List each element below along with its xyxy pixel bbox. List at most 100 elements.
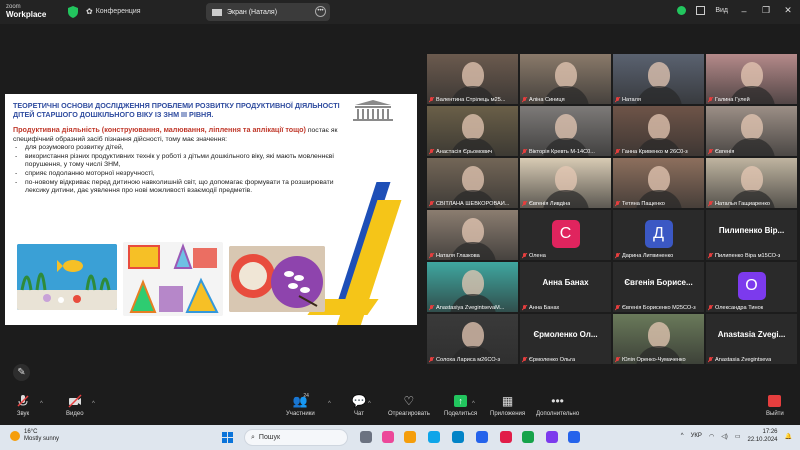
chat-button[interactable]: 💬 Чат: [352, 394, 367, 417]
participant-display-name: Анна Банах: [542, 278, 589, 287]
windows-start-icon[interactable]: [222, 432, 233, 443]
participant-name-label: Єрмоленко Ольга: [522, 357, 575, 363]
participant-tile[interactable]: Вікторія Кревть М-14С0...: [520, 106, 611, 156]
participant-name-label: Тетяна Пащенко: [615, 201, 665, 207]
participant-tile[interactable]: Анна Банах Анна Банах: [520, 262, 611, 312]
participant-name: Євгенія: [715, 149, 735, 155]
participant-tile[interactable]: Солоха Лариса м26СО-з: [427, 314, 518, 364]
participants-options-caret-icon[interactable]: ^: [328, 401, 331, 407]
meeting-controls: Звук ^ Видео ^ 👥 24 Участники ^ 💬 Чат ^ ♡…: [0, 392, 800, 425]
participant-tile[interactable]: Галина Гулей: [706, 54, 797, 104]
task-view-icon[interactable]: [360, 431, 372, 443]
participant-tile[interactable]: С Олена: [520, 210, 611, 260]
participant-tile[interactable]: Наталья Гащиаренко: [706, 158, 797, 208]
chat-options-caret-icon[interactable]: ^: [368, 401, 371, 407]
muted-mic-icon: [615, 357, 620, 363]
participants-icon: 👥 24: [292, 393, 309, 408]
participant-name-label: Анастасія Єрьомович: [429, 149, 492, 155]
video-options-caret-icon[interactable]: ^: [92, 401, 95, 407]
video-off-icon: [68, 394, 82, 408]
participant-tile[interactable]: СВІТЛАНА ШЕВКОРОВАЙ...: [427, 158, 518, 208]
more-label: Дополнительно: [536, 411, 580, 417]
copilot-icon[interactable]: [382, 431, 394, 443]
weather-widget[interactable]: 16°C Mostly sunny: [10, 429, 59, 443]
apps-button[interactable]: ▦ Приложения: [490, 394, 525, 417]
participant-name: Олександра Тинок: [715, 305, 764, 311]
chrome-icon[interactable]: [522, 431, 534, 443]
participant-tile[interactable]: Наталя: [613, 54, 704, 104]
wifi-icon[interactable]: ◠: [709, 433, 714, 440]
participant-tile[interactable]: Аліна Синиця: [520, 54, 611, 104]
react-button[interactable]: ♡ Отреагировать: [388, 394, 430, 417]
screen-icon: [212, 8, 222, 16]
participant-tile[interactable]: Anastasiya ZvegintsevaM...: [427, 262, 518, 312]
leave-button[interactable]: Выйти: [766, 394, 784, 417]
edge-icon[interactable]: [428, 431, 440, 443]
participant-name: СВІТЛАНА ШЕВКОРОВАЙ...: [436, 201, 510, 207]
participant-tile[interactable]: Юлія Оренко-Чумаченко: [613, 314, 704, 364]
video-button[interactable]: Видео: [66, 394, 84, 417]
participants-button[interactable]: 👥 24 Участники: [286, 393, 315, 417]
zoom-taskbar-icon[interactable]: [568, 431, 580, 443]
notifications-icon[interactable]: 🔔: [785, 433, 792, 440]
participant-display-name: Anastasia Zvegi...: [717, 330, 786, 339]
encryption-icon[interactable]: [677, 6, 687, 15]
participant-name-label: Пилипенко Віра м15СО-з: [708, 253, 780, 259]
participant-name: Галина Гулей: [715, 97, 750, 103]
participant-name: Anastasia Zvegintseva: [715, 357, 772, 363]
clock-date: 22.10.2024: [747, 437, 778, 443]
language-indicator[interactable]: УКР: [691, 433, 702, 439]
participant-tile[interactable]: О Олександра Тинок: [706, 262, 797, 312]
shield-icon[interactable]: [68, 6, 78, 18]
app-icon[interactable]: [476, 431, 488, 443]
participant-name-label: Anastasiya ZvegintsevaM...: [429, 305, 504, 311]
file-explorer-icon[interactable]: [404, 431, 416, 443]
participant-name: Anastasiya ZvegintsevaM...: [436, 305, 505, 311]
more-button[interactable]: ••• Дополнительно: [536, 394, 579, 417]
participant-tile[interactable]: Д Дарина Литвиненко: [613, 210, 704, 260]
participant-tile[interactable]: Анастасія Єрьомович: [427, 106, 518, 156]
participant-tile[interactable]: Євгенія: [706, 106, 797, 156]
tray-chevron-icon[interactable]: ^: [681, 433, 684, 439]
title-bar: zoom Workplace ✿ Конференция Экран (Ната…: [0, 0, 800, 24]
opera-icon[interactable]: [500, 431, 512, 443]
muted-mic-icon: [429, 149, 434, 155]
volume-icon[interactable]: ◁): [721, 433, 728, 440]
react-label: Отреагировать: [388, 411, 430, 417]
minimize-icon[interactable]: –: [738, 6, 750, 16]
close-icon[interactable]: ✕: [782, 5, 794, 16]
share-options-caret-icon[interactable]: ^: [472, 401, 475, 407]
muted-mic-icon: [429, 201, 434, 207]
battery-icon[interactable]: ▭: [735, 433, 741, 440]
conference-menu[interactable]: ✿ Конференция: [86, 7, 141, 16]
participant-tile[interactable]: Євгенія Ливдіна: [520, 158, 611, 208]
mute-label: Звук: [16, 411, 30, 417]
taskbar-search[interactable]: ⌕ Пошук: [244, 429, 348, 446]
participant-tile[interactable]: Пилипенко Вір... Пилипенко Віра м15СО-з: [706, 210, 797, 260]
participant-name: Наталя Глазкова: [436, 253, 480, 259]
store-icon[interactable]: [452, 431, 464, 443]
participant-tile[interactable]: Єрмоленко Ол... Єрмоленко Ольга: [520, 314, 611, 364]
apps-label: Приложения: [490, 411, 526, 417]
participant-tile[interactable]: Anastasia Zvegi... Anastasia Zvegintseva: [706, 314, 797, 364]
participant-tile[interactable]: Тетяна Пащенко: [613, 158, 704, 208]
view-button[interactable]: Вид: [715, 7, 728, 14]
participant-tile[interactable]: Євгенія Борисе... Євгенія Борисенко М25СО…: [613, 262, 704, 312]
mute-options-caret-icon[interactable]: ^: [40, 401, 43, 407]
participant-name: Наталя: [622, 97, 641, 103]
more-options-icon[interactable]: •••: [315, 6, 326, 17]
annotate-pencil-icon[interactable]: ✎: [13, 364, 30, 381]
participant-name-label: Вікторія Кревть М-14С0...: [522, 149, 595, 155]
participant-tile[interactable]: Валентина Стрілець м25...: [427, 54, 518, 104]
muted-mic-icon: [615, 201, 620, 207]
clock[interactable]: 17:26 22.10.2024: [747, 428, 777, 444]
view-grid-icon[interactable]: [696, 6, 706, 15]
viber-icon[interactable]: [546, 431, 558, 443]
maximize-icon[interactable]: ❐: [760, 5, 772, 16]
screen-share-pill[interactable]: Экран (Наталя) •••: [206, 3, 330, 21]
participant-tile[interactable]: Наталя Глазкова: [427, 210, 518, 260]
mute-button[interactable]: Звук: [16, 394, 30, 417]
screen-share-label: Экран (Наталя): [227, 8, 278, 16]
participant-tile[interactable]: Ганна Кривенко м 26С0-з: [613, 106, 704, 156]
participant-name: Дарина Литвиненко: [622, 253, 674, 259]
